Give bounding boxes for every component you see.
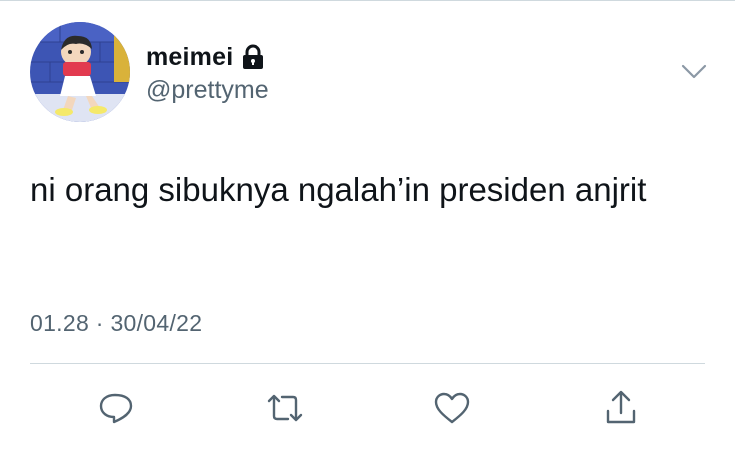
user-info: meimei @prettyme — [146, 40, 269, 105]
reply-icon — [99, 393, 133, 424]
tweet-time: 01.28 — [30, 310, 90, 336]
retweet-icon — [267, 394, 303, 422]
tweet-timestamp[interactable]: 01.28 · 30/04/22 — [30, 310, 202, 337]
retweet-button[interactable] — [265, 388, 305, 428]
share-button[interactable] — [601, 388, 641, 428]
avatar[interactable] — [30, 22, 130, 122]
name-row: meimei — [146, 40, 269, 74]
handle[interactable]: @prettyme — [146, 76, 269, 105]
display-name[interactable]: meimei — [146, 43, 233, 72]
lock-icon — [241, 44, 265, 70]
divider — [30, 363, 705, 364]
top-border — [0, 0, 735, 1]
heart-icon — [434, 392, 470, 424]
meta-separator: · — [95, 310, 104, 336]
tweet-date: 30/04/22 — [110, 310, 203, 336]
like-button[interactable] — [432, 388, 472, 428]
chevron-down-icon[interactable] — [680, 62, 708, 82]
tweet-text: ni orang sibuknya ngalah’in presiden anj… — [30, 171, 647, 208]
reply-button[interactable] — [96, 388, 136, 428]
share-icon — [606, 390, 636, 424]
